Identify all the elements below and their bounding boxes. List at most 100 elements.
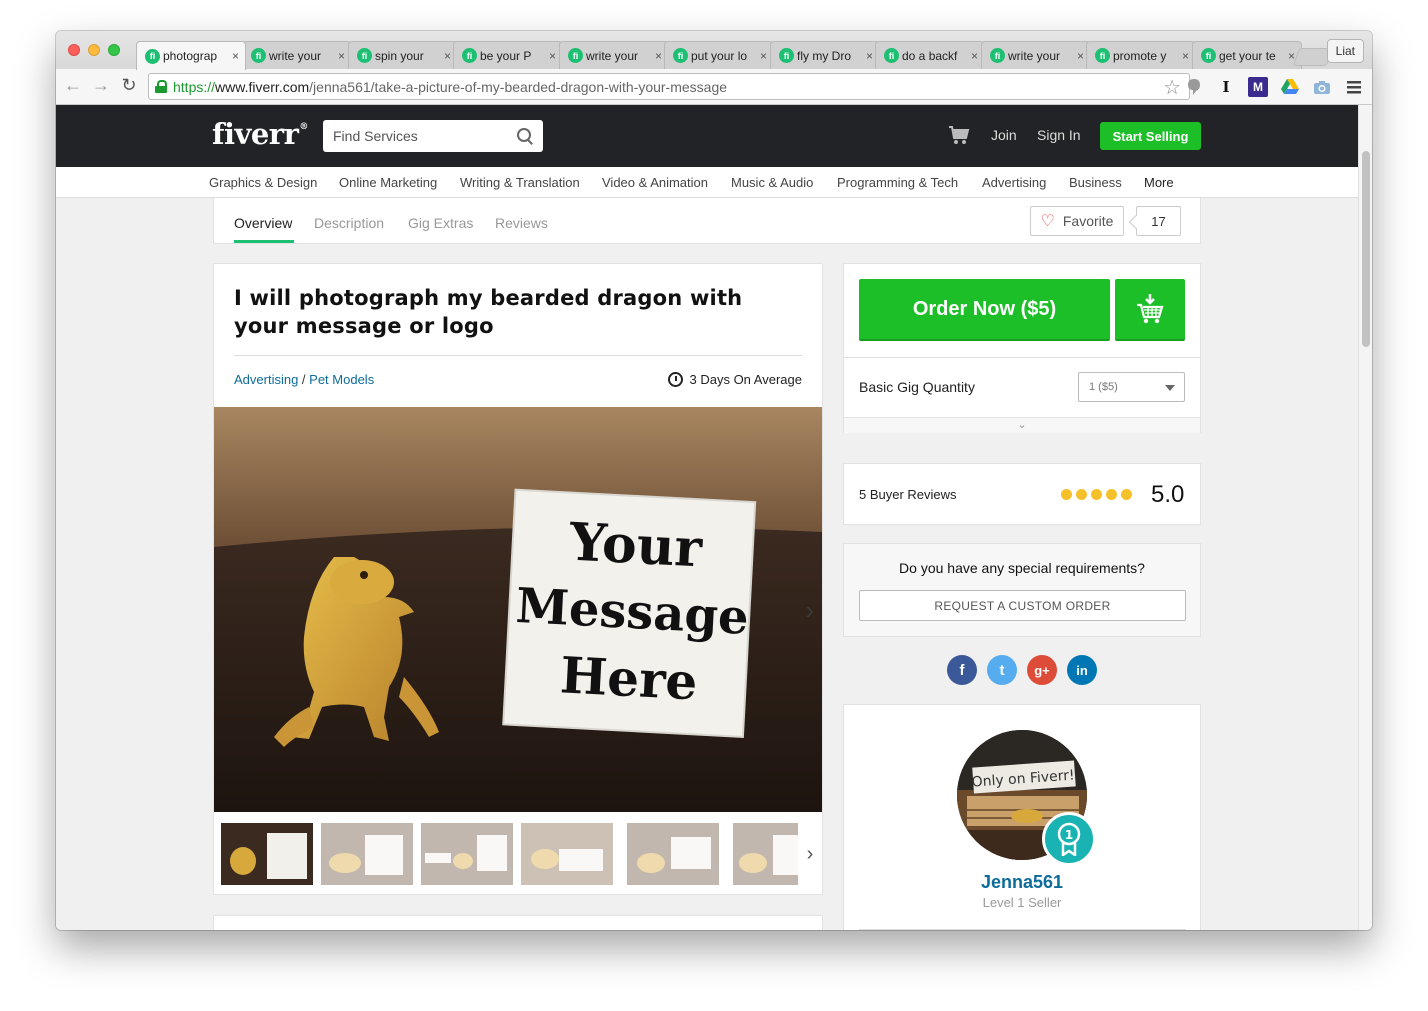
- image-thumbnails: [221, 823, 811, 885]
- category-programming-tech[interactable]: Programming & Tech: [837, 175, 958, 190]
- thumbnail[interactable]: [221, 823, 313, 885]
- m-extension-icon[interactable]: M: [1248, 77, 1268, 97]
- browser-tab[interactable]: fi fly my Dro ×: [770, 41, 880, 69]
- category-advertising[interactable]: Advertising: [982, 175, 1046, 190]
- thumbnails-next-arrow-icon[interactable]: ›: [798, 823, 822, 885]
- thumbnail[interactable]: [627, 823, 719, 885]
- fiverr-favicon-icon: fi: [884, 48, 899, 63]
- fiverr-favicon-icon: fi: [990, 48, 1005, 63]
- url-scheme: https://: [173, 78, 216, 95]
- browser-tab[interactable]: fi write your ×: [559, 41, 669, 69]
- tab-description[interactable]: Description: [314, 215, 384, 231]
- search-icon[interactable]: [517, 128, 533, 144]
- tab-title: spin your: [375, 48, 424, 63]
- category-graphics-design[interactable]: Graphics & Design: [209, 175, 317, 190]
- category-writing-translation[interactable]: Writing & Translation: [460, 175, 580, 190]
- linkedin-icon[interactable]: in: [1067, 655, 1097, 685]
- thumbnail[interactable]: [521, 823, 613, 885]
- twitter-icon[interactable]: t: [987, 655, 1017, 685]
- browser-tab[interactable]: fi write your ×: [242, 41, 352, 69]
- category-video-animation[interactable]: Video & Animation: [602, 175, 708, 190]
- search-placeholder: Find Services: [333, 128, 418, 144]
- breadcrumb-category[interactable]: Advertising: [234, 372, 298, 387]
- favorite-label: Favorite: [1062, 213, 1114, 229]
- start-selling-button[interactable]: Start Selling: [1100, 122, 1201, 150]
- request-custom-order-button[interactable]: REQUEST A CUSTOM ORDER: [859, 590, 1186, 621]
- close-tab-icon[interactable]: ×: [444, 49, 451, 63]
- cart-icon[interactable]: [948, 125, 970, 145]
- tab-title: put your lo: [691, 48, 748, 63]
- close-tab-icon[interactable]: ×: [338, 49, 345, 63]
- fiverr-logo[interactable]: fiverr®: [212, 117, 308, 151]
- address-bar[interactable]: https://www.fiverr.com/jenna561/take-a-p…: [148, 73, 1190, 100]
- category-more[interactable]: More: [1144, 175, 1174, 190]
- next-image-arrow-icon[interactable]: ›: [805, 595, 814, 626]
- close-tab-icon[interactable]: ×: [549, 49, 556, 63]
- page-scrollbar[interactable]: [1358, 105, 1372, 930]
- expand-extras-button[interactable]: ⌄: [844, 417, 1200, 433]
- close-tab-icon[interactable]: ×: [232, 49, 239, 63]
- double-chevron-down-icon: ⌄: [1017, 419, 1027, 431]
- close-tab-icon[interactable]: ×: [760, 49, 767, 63]
- close-tab-icon[interactable]: ×: [1182, 49, 1189, 63]
- category-music-audio[interactable]: Music & Audio: [731, 175, 813, 190]
- category-business[interactable]: Business: [1069, 175, 1122, 190]
- gig-subnav: Overview Description Gig Extras Reviews …: [213, 198, 1201, 244]
- add-to-cart-button[interactable]: [1115, 279, 1185, 341]
- requirements-question: Do you have any special requirements?: [899, 560, 1145, 576]
- category-online-marketing[interactable]: Online Marketing: [339, 175, 437, 190]
- minimize-window-button[interactable]: [88, 44, 100, 56]
- facebook-icon[interactable]: f: [947, 655, 977, 685]
- gig-title: I will photograph my bearded dragon with…: [234, 286, 743, 338]
- browser-tab[interactable]: fi spin your ×: [348, 41, 458, 69]
- tab-reviews[interactable]: Reviews: [495, 215, 548, 231]
- quantity-select[interactable]: 1 ($5): [1078, 372, 1185, 402]
- tab-overview[interactable]: Overview: [234, 215, 292, 231]
- favorite-button[interactable]: ♡ Favorite: [1030, 206, 1124, 236]
- thumbnail[interactable]: [421, 823, 513, 885]
- browser-tab[interactable]: fi be your P ×: [453, 41, 563, 69]
- gig-main-image[interactable]: Your Message Here ›: [214, 407, 822, 812]
- back-arrow-icon[interactable]: ←: [62, 75, 84, 96]
- close-tab-icon[interactable]: ×: [971, 49, 978, 63]
- scrollbar-thumb[interactable]: [1362, 151, 1370, 347]
- close-window-button[interactable]: [68, 44, 80, 56]
- seller-name[interactable]: Jenna561: [844, 872, 1200, 893]
- sign-in-link[interactable]: Sign In: [1037, 127, 1081, 143]
- buyer-reviews-count[interactable]: 5 Buyer Reviews: [859, 487, 957, 502]
- star-icon: [1121, 489, 1132, 500]
- seller-divider: [859, 929, 1186, 930]
- order-now-button[interactable]: Order Now ($5): [859, 279, 1110, 341]
- browser-tab[interactable]: fi photograp ×: [136, 41, 246, 70]
- camera-extension-icon[interactable]: [1312, 77, 1332, 97]
- tab-title: write your: [269, 48, 322, 63]
- zoom-window-button[interactable]: [108, 44, 120, 56]
- browser-tab[interactable]: fi do a backf ×: [875, 41, 985, 69]
- close-tab-icon[interactable]: ×: [866, 49, 873, 63]
- bookmark-star-icon[interactable]: ☆: [1163, 75, 1181, 100]
- search-input[interactable]: Find Services: [323, 120, 543, 152]
- google-drive-icon[interactable]: [1280, 77, 1300, 97]
- google-plus-icon[interactable]: g+: [1027, 655, 1057, 685]
- menu-hamburger-icon[interactable]: [1344, 77, 1364, 97]
- browser-tab[interactable]: fi get your te ×: [1192, 41, 1302, 69]
- forward-arrow-icon[interactable]: →: [90, 75, 112, 96]
- thumbnail[interactable]: [321, 823, 413, 885]
- seller-level-badge-icon: 1: [1042, 812, 1096, 866]
- close-tab-icon[interactable]: ×: [1077, 49, 1084, 63]
- tab-strip: fi photograp × fi write your × fi spin your × …: [56, 31, 1372, 70]
- reload-icon[interactable]: ↻: [118, 75, 140, 96]
- breadcrumb-subcategory[interactable]: Pet Models: [309, 372, 374, 387]
- url-path: /jenna561/take-a-picture-of-my-bearded-d…: [309, 78, 728, 95]
- profile-button[interactable]: Liat: [1326, 39, 1364, 63]
- lock-icon: [155, 80, 167, 93]
- instapaper-extension-icon[interactable]: I: [1216, 77, 1236, 97]
- custom-order-card: Do you have any special requirements? RE…: [843, 543, 1201, 637]
- browser-tab[interactable]: fi promote y ×: [1086, 41, 1196, 69]
- close-tab-icon[interactable]: ×: [655, 49, 662, 63]
- join-link[interactable]: Join: [991, 127, 1017, 143]
- evernote-extension-icon[interactable]: [1184, 77, 1204, 97]
- browser-tab[interactable]: fi write your ×: [981, 41, 1091, 69]
- tab-gig-extras[interactable]: Gig Extras: [408, 215, 473, 231]
- browser-tab[interactable]: fi put your lo ×: [664, 41, 774, 69]
